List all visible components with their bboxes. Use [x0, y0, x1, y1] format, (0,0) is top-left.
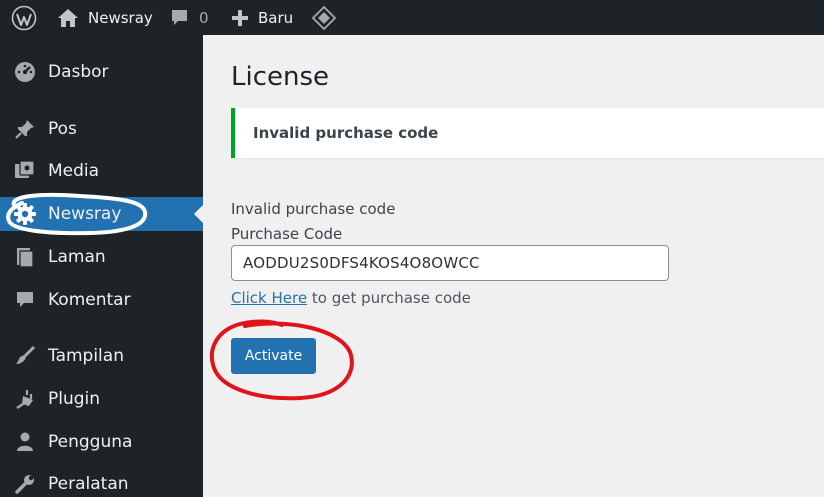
- comment-icon: [13, 288, 37, 312]
- sidebar-item-media[interactable]: Media: [0, 154, 203, 188]
- media-icon: [13, 159, 37, 183]
- sidebar-item-label: Tampilan: [48, 346, 124, 366]
- help-line: Click Here to get purchase code: [231, 289, 471, 307]
- sidebar-item-label: Dasbor: [48, 62, 109, 82]
- sidebar-item-label: Komentar: [48, 290, 131, 310]
- sidebar-item-dasbor[interactable]: Dasbor: [0, 55, 203, 89]
- sidebar-item-label: Media: [48, 161, 100, 181]
- sidebar-item-laman[interactable]: Laman: [0, 240, 203, 274]
- new-label: Baru: [258, 8, 294, 27]
- page-icon: [13, 245, 37, 269]
- page-title: License: [231, 62, 330, 92]
- sidebar-item-label: Newsray: [48, 204, 122, 224]
- sidebar-item-label: Pengguna: [48, 432, 133, 452]
- admin-sidebar: Dasbor Pos Media Newsray Laman Komentar …: [0, 35, 203, 497]
- sidebar-item-komentar[interactable]: Komentar: [0, 283, 203, 317]
- sidebar-item-newsray[interactable]: Newsray: [0, 197, 203, 231]
- site-home-link[interactable]: Newsray: [57, 0, 153, 35]
- brush-icon: [13, 344, 37, 368]
- purchase-code-label: Purchase Code: [231, 225, 343, 243]
- dashboard-icon: [13, 60, 37, 84]
- site-name: Newsray: [88, 8, 153, 27]
- sidebar-item-label: Laman: [48, 247, 106, 267]
- purchase-code-input[interactable]: [231, 245, 669, 281]
- admin-bar: Newsray 0 Baru: [0, 0, 824, 35]
- new-content-link[interactable]: Baru: [232, 0, 293, 35]
- sidebar-item-label: Plugin: [48, 389, 101, 409]
- sidebar-item-plugin[interactable]: Plugin: [0, 382, 203, 416]
- comment-bubble-icon: [170, 9, 189, 27]
- sidebar-item-label: Pos: [48, 119, 77, 139]
- click-here-link[interactable]: Click Here: [231, 289, 307, 307]
- user-icon: [13, 430, 37, 454]
- sidebar-item-label: Peralatan: [48, 474, 129, 494]
- home-icon: [57, 8, 79, 28]
- sidebar-item-pengguna[interactable]: Pengguna: [0, 425, 203, 459]
- sidebar-item-tampilan[interactable]: Tampilan: [0, 339, 203, 373]
- comments-count: 0: [199, 8, 209, 27]
- activate-button[interactable]: Activate: [231, 338, 316, 374]
- comments-link[interactable]: 0: [170, 0, 209, 35]
- gear-icon: [13, 202, 37, 226]
- help-text: to get purchase code: [311, 289, 471, 307]
- wrench-icon: [13, 472, 37, 496]
- plus-icon: [232, 9, 248, 26]
- pin-icon: [13, 117, 37, 141]
- plugin-icon: [13, 387, 37, 411]
- diamond-plugin-icon[interactable]: [312, 0, 336, 35]
- sidebar-item-peralatan[interactable]: Peralatan: [0, 467, 203, 497]
- sidebar-item-pos[interactable]: Pos: [0, 112, 203, 146]
- wordpress-logo-icon[interactable]: [11, 0, 37, 35]
- error-notice: Invalid purchase code: [231, 108, 824, 158]
- notice-text: Invalid purchase code: [253, 124, 439, 142]
- error-message: Invalid purchase code: [231, 200, 396, 218]
